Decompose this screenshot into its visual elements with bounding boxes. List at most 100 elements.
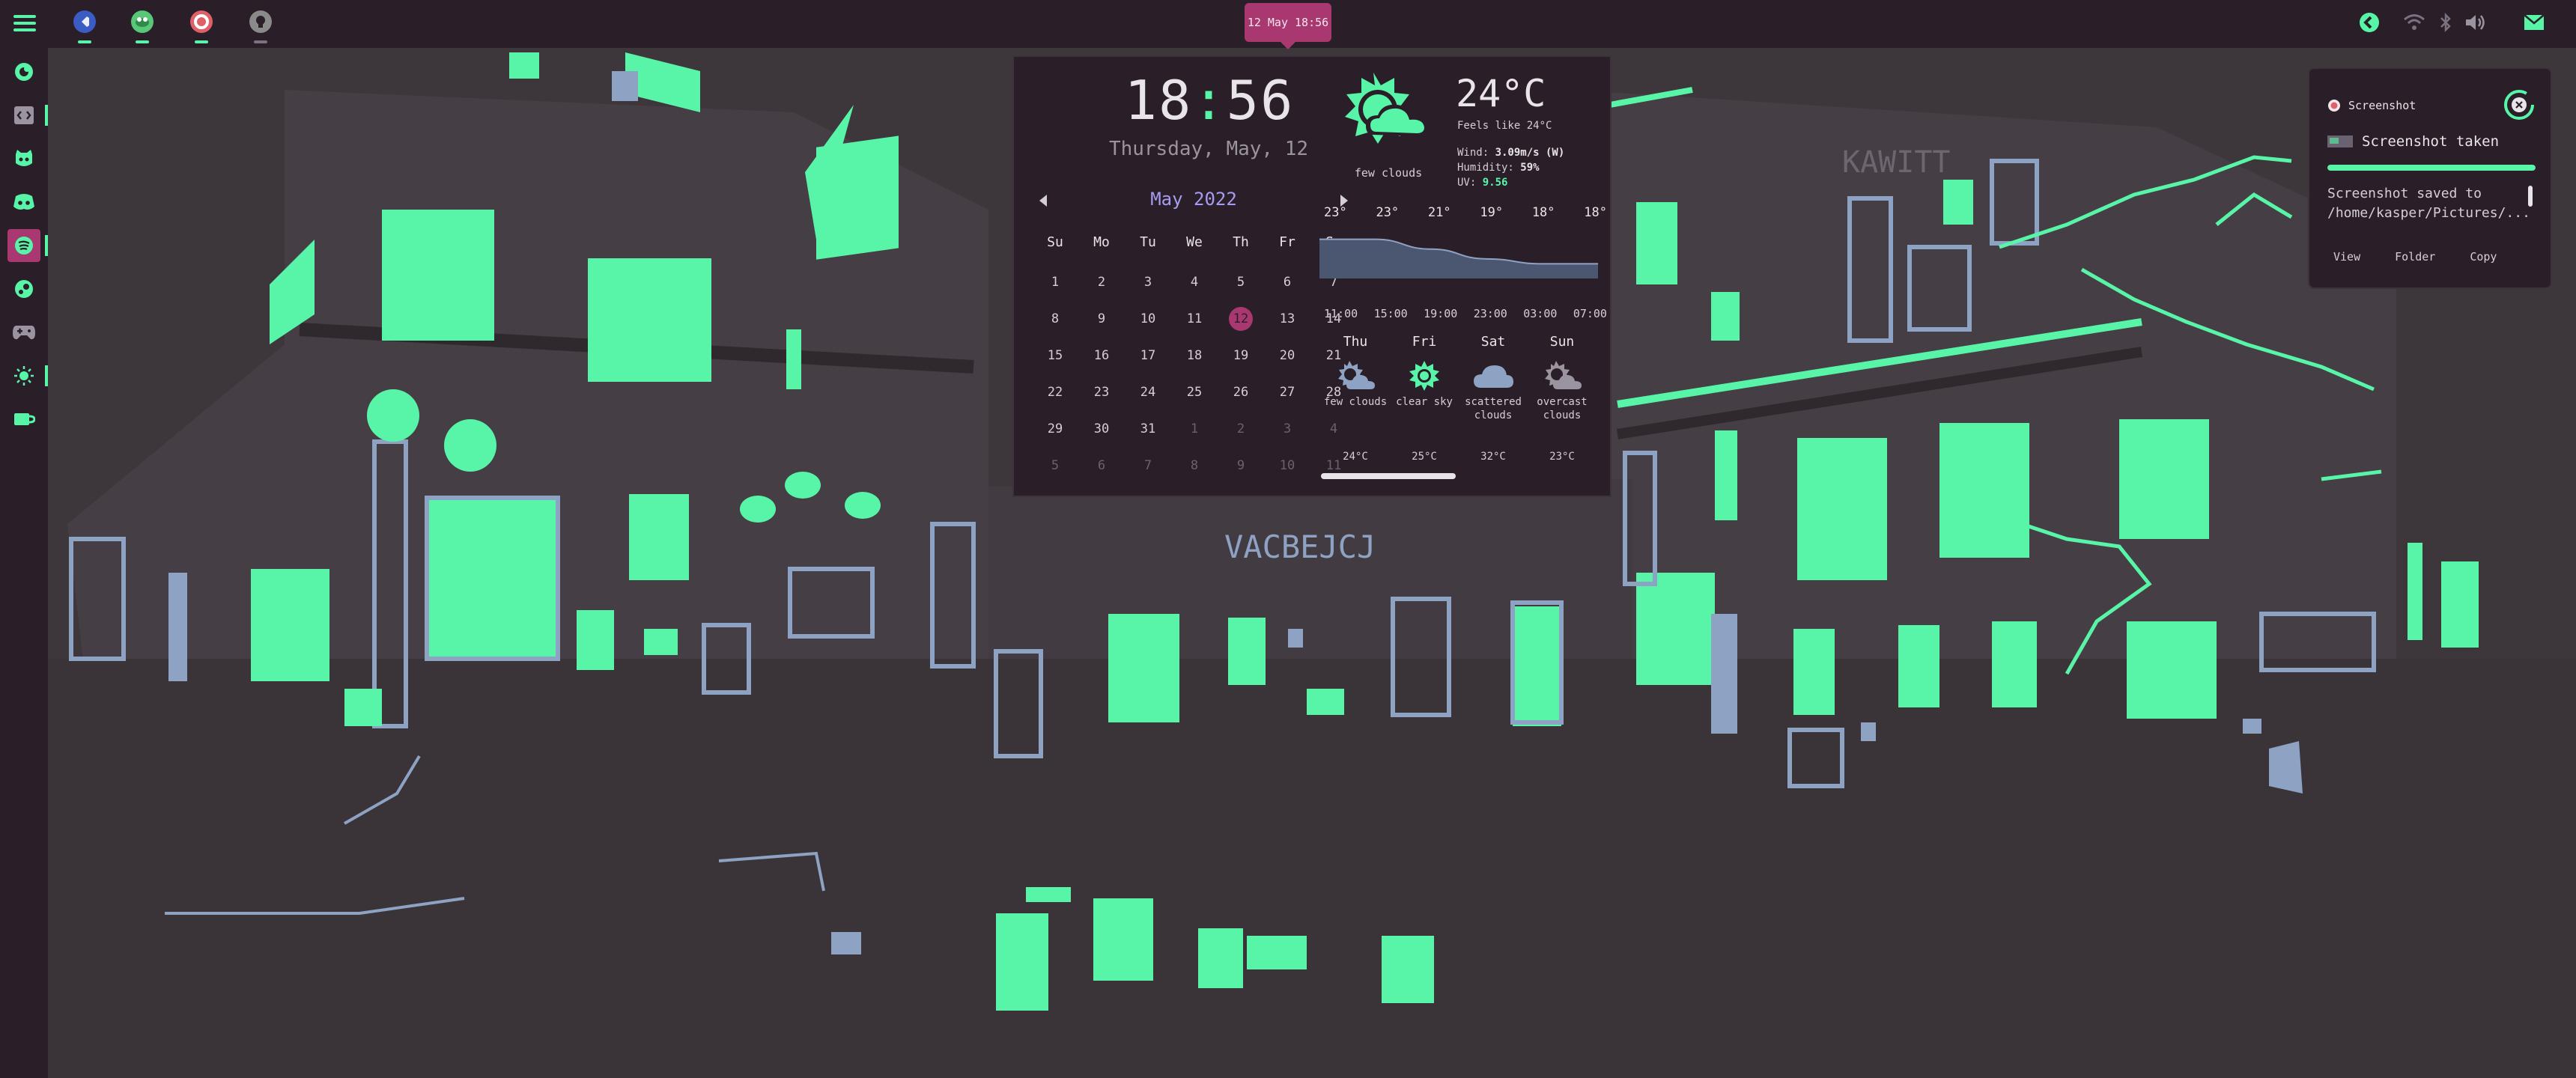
notification-app: Screenshot	[2327, 99, 2416, 112]
forecast-day-desc: clear sky	[1396, 396, 1453, 408]
calendar-day[interactable]: 17	[1125, 338, 1171, 374]
back-icon[interactable]	[2357, 10, 2381, 34]
calendar-day[interactable]: 10	[1125, 301, 1171, 338]
calendar-day-label: 25	[1186, 385, 1203, 400]
few-clouds-icon	[1345, 73, 1429, 144]
calendar-day[interactable]: 9	[1078, 301, 1125, 338]
calendar-day[interactable]: 31	[1125, 411, 1171, 448]
forecast-day: Fri clear sky 25°C	[1390, 334, 1459, 469]
calendar-day[interactable]: 23	[1078, 374, 1125, 411]
firefox-icon[interactable]	[7, 55, 40, 88]
calendar-day[interactable]: 6	[1264, 264, 1310, 301]
calendar-day-label: 27	[1279, 385, 1295, 400]
weekday-header: Th	[1233, 234, 1249, 250]
calendar-day[interactable]: 27	[1264, 374, 1310, 411]
notification-actions: View Folder Copy	[2327, 247, 2503, 267]
calendar-day-label: 4	[1190, 275, 1199, 290]
popup-scrollbar[interactable]	[1321, 473, 1456, 479]
calendar-day[interactable]: 10	[1264, 448, 1310, 484]
calendar-day[interactable]: 18	[1171, 338, 1218, 374]
calendar-day[interactable]: 3	[1264, 411, 1310, 448]
calendar-day[interactable]: 4	[1171, 264, 1218, 301]
frog-app-icon[interactable]	[131, 10, 154, 43]
calendar-day[interactable]: 16	[1078, 338, 1125, 374]
calendar-day[interactable]: 1	[1032, 264, 1078, 301]
wind-line: Wind: 3.09m/s (W)	[1457, 147, 1564, 159]
forecast-day: Thu few clouds 24°C	[1321, 334, 1390, 469]
hourly-time: 19:00	[1424, 307, 1458, 320]
calendar-day[interactable]: 8	[1171, 448, 1218, 484]
forecast-day-name: Fri	[1412, 334, 1437, 350]
hourly-temperature-chart	[1319, 238, 1598, 278]
brightness-icon[interactable]	[7, 359, 48, 392]
calendar-day-label: 10	[1279, 458, 1295, 473]
notification-scrollbar[interactable]	[2528, 186, 2533, 207]
menu-icon[interactable]	[13, 12, 36, 34]
volume-icon[interactable]	[2464, 10, 2488, 34]
calendar-day[interactable]: 2	[1218, 411, 1264, 448]
calendar-day[interactable]: 24	[1125, 374, 1171, 411]
notification-action-view[interactable]: View	[2327, 247, 2366, 267]
coffee-icon[interactable]	[7, 403, 40, 436]
humidity-label: Humidity:	[1457, 162, 1521, 174]
github-icon[interactable]	[7, 142, 40, 175]
calendar-day-label: 29	[1047, 421, 1063, 436]
calendar-day[interactable]: 8	[1032, 301, 1078, 338]
discord-icon[interactable]	[7, 186, 40, 219]
calendar-day-label: 10	[1140, 311, 1156, 326]
hourly-times: 11:00 15:00 19:00 23:00 03:00 07:00	[1321, 307, 1610, 320]
calendar-day-today[interactable]: 12	[1218, 301, 1264, 338]
gamepad-icon[interactable]	[7, 316, 40, 349]
calendar-day[interactable]: 26	[1218, 374, 1264, 411]
calendar-nav: May 2022	[1036, 189, 1351, 219]
calendar-day[interactable]: 1	[1171, 411, 1218, 448]
calendar-day-label: 12	[1229, 307, 1253, 331]
left-dock	[0, 48, 48, 1078]
calendar-day[interactable]: 13	[1264, 301, 1310, 338]
calendar-day[interactable]: 25	[1171, 374, 1218, 411]
calendar-day[interactable]: 5	[1032, 448, 1078, 484]
calendar-day[interactable]: 5	[1218, 264, 1264, 301]
mail-icon[interactable]	[2522, 10, 2546, 34]
lightbulb-app-icon[interactable]	[249, 10, 272, 43]
forecast-day-desc: scattered clouds	[1465, 396, 1522, 421]
calendar-day[interactable]: 30	[1078, 411, 1125, 448]
overcast-icon	[1528, 356, 1597, 395]
forecast-day-temp: 24°C	[1343, 451, 1368, 463]
calendar-day[interactable]: 19	[1218, 338, 1264, 374]
calendar-day-label: 23	[1093, 385, 1110, 400]
calendar-grid: SuMoTuWeThFrSa12345678910111213141516171…	[1032, 228, 1357, 484]
uv-line: UV: 9.56	[1457, 177, 1507, 189]
code-icon[interactable]	[7, 99, 48, 132]
calendar-day[interactable]: 29	[1032, 411, 1078, 448]
lifebuoy-app-icon[interactable]	[190, 10, 213, 43]
calendar-day[interactable]: 7	[1125, 448, 1171, 484]
calendar-day[interactable]: 22	[1032, 374, 1078, 411]
calendar-day[interactable]: 3	[1125, 264, 1171, 301]
uv-label: UV:	[1457, 177, 1483, 189]
notification-action-folder[interactable]: Folder	[2389, 247, 2441, 267]
calendar-day[interactable]: 6	[1078, 448, 1125, 484]
calendar-day[interactable]: 15	[1032, 338, 1078, 374]
steam-icon[interactable]	[7, 272, 40, 305]
forecast-day-name: Thu	[1343, 334, 1368, 350]
notification-action-copy[interactable]: Copy	[2464, 247, 2503, 267]
hourly-time: 15:00	[1373, 307, 1408, 320]
close-icon[interactable]	[2503, 88, 2536, 121]
calendar-day[interactable]: 9	[1218, 448, 1264, 484]
humidity-value: 59%	[1520, 162, 1540, 174]
calendar-day[interactable]: 11	[1171, 301, 1218, 338]
calendar-day-label: 1	[1051, 275, 1060, 290]
topbar-clock[interactable]: 12 May 18:56	[1245, 3, 1331, 49]
bluetooth-icon[interactable]	[2434, 10, 2458, 34]
calendar-day[interactable]: 20	[1264, 338, 1310, 374]
spotify-icon[interactable]	[7, 229, 48, 262]
vscode-icon[interactable]	[73, 10, 96, 43]
humidity-line: Humidity: 59%	[1457, 162, 1540, 174]
calendar-day-label: 20	[1279, 348, 1295, 363]
wifi-icon[interactable]	[2402, 10, 2426, 34]
calendar-day-label: 17	[1140, 348, 1156, 363]
calendar-month-title[interactable]: May 2022	[1036, 189, 1351, 210]
calendar-day[interactable]: 2	[1078, 264, 1125, 301]
calendar-day-label: 7	[1143, 458, 1152, 473]
